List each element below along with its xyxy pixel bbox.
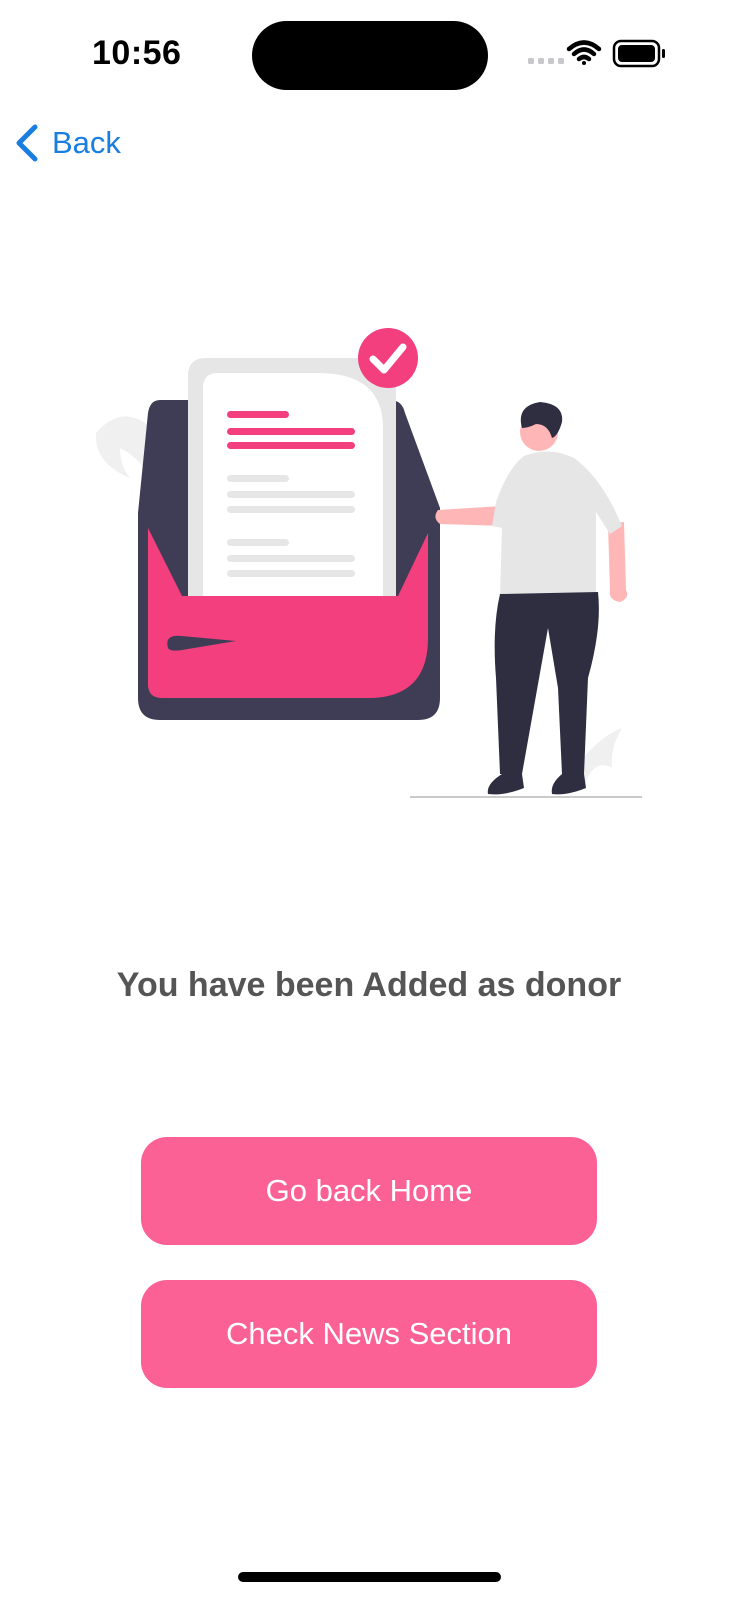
wifi-icon (566, 40, 602, 65)
status-time: 10:56 (92, 34, 182, 72)
chevron-left-icon (16, 124, 38, 162)
status-bar: 10:56 (0, 0, 738, 110)
battery-icon (612, 39, 665, 68)
back-button[interactable]: Back (14, 120, 121, 166)
dynamic-island (252, 21, 488, 90)
status-icons (528, 38, 678, 68)
check-news-section-button[interactable]: Check News Section (141, 1280, 597, 1388)
check-badge-icon (358, 328, 418, 388)
back-label: Back (52, 125, 121, 160)
go-back-home-button[interactable]: Go back Home (141, 1137, 597, 1245)
home-indicator[interactable] (238, 1572, 501, 1582)
document-icon (188, 358, 396, 598)
confirmation-message: You have been Added as donor (116, 966, 622, 1004)
cellular-icon (528, 58, 564, 64)
donor-confirmation-illustration (95, 328, 642, 798)
